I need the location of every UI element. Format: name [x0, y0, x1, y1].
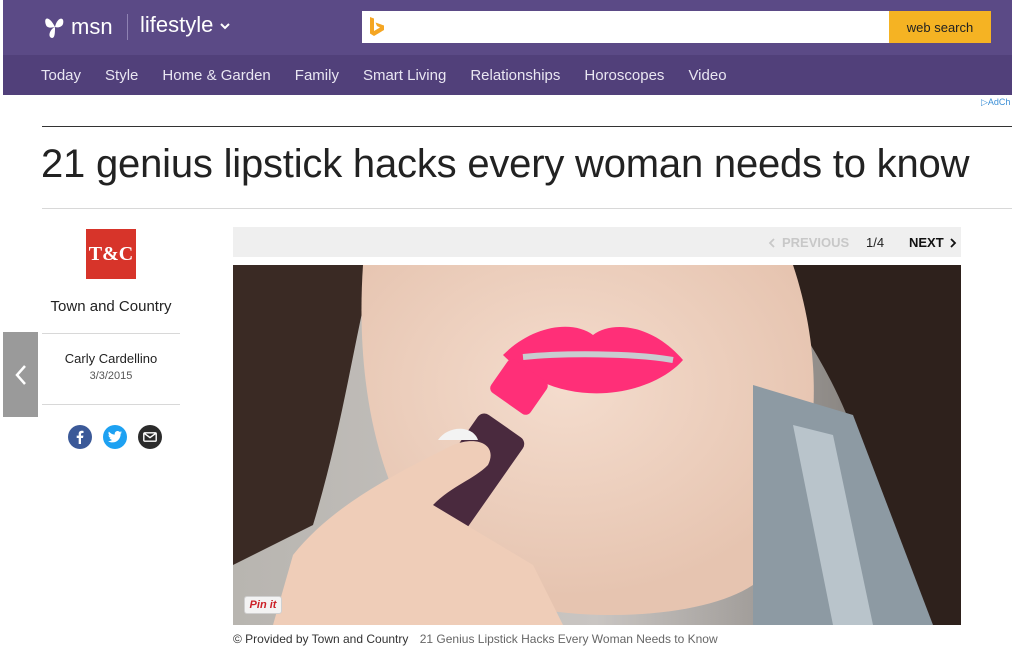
email-icon [143, 432, 157, 442]
facebook-icon [76, 430, 84, 444]
category-nav: Today Style Home & Garden Family Smart L… [41, 55, 751, 95]
nav-item-video[interactable]: Video [688, 67, 726, 84]
chevron-down-icon [220, 23, 231, 30]
nav-item-style[interactable]: Style [105, 67, 138, 84]
author-name: Carly Cardellino [64, 351, 158, 366]
divider [42, 208, 1012, 209]
nav-item-horoscopes[interactable]: Horoscopes [584, 67, 664, 84]
header-divider [127, 14, 128, 40]
slideshow-controls [233, 227, 961, 257]
adchoices-label: AdCh [987, 97, 1011, 107]
bing-icon [370, 17, 384, 36]
previous-slide-button[interactable]: PREVIOUS [768, 235, 849, 250]
share-buttons [68, 425, 162, 449]
slide-image[interactable] [233, 265, 961, 625]
article-title: 21 genius lipstick hacks every woman nee… [41, 142, 970, 186]
nav-item-smart-living[interactable]: Smart Living [363, 67, 446, 84]
section-label: lifestyle [140, 12, 214, 37]
lipstick-photo [233, 265, 961, 625]
provider-name[interactable]: Town and Country [42, 298, 180, 315]
twitter-icon [108, 431, 122, 443]
chevron-left-icon [768, 237, 775, 248]
email-share-button[interactable] [138, 425, 162, 449]
image-caption: © Provided by Town and Country 21 Genius… [233, 632, 718, 646]
web-search-button[interactable]: web search [889, 11, 991, 43]
nav-item-today[interactable]: Today [41, 67, 81, 84]
chevron-left-icon [14, 364, 26, 385]
previous-label: PREVIOUS [782, 235, 850, 250]
nav-item-relationships[interactable]: Relationships [470, 67, 560, 84]
pin-it-button[interactable]: Pin it [244, 596, 282, 614]
divider [42, 404, 180, 405]
caption-credit: © Provided by Town and Country [233, 632, 409, 646]
brand-name: msn [71, 14, 113, 39]
chevron-right-icon [950, 237, 956, 248]
search-input[interactable] [362, 11, 890, 43]
msn-logo[interactable]: msn [43, 12, 113, 42]
msn-butterfly-icon [45, 18, 64, 38]
adchoices-link[interactable]: ▷AdCh [981, 97, 1010, 108]
nav-item-home-garden[interactable]: Home & Garden [162, 67, 270, 84]
slide-counter: 1/4 [866, 235, 885, 250]
divider [42, 126, 1012, 127]
provider-logo[interactable]: T&C [86, 229, 136, 279]
next-slide-button[interactable]: NEXT [909, 235, 957, 250]
next-label: NEXT [909, 235, 944, 250]
section-menu[interactable]: lifestyle [140, 12, 231, 38]
divider [42, 333, 180, 334]
caption-title: 21 Genius Lipstick Hacks Every Woman Nee… [419, 632, 718, 646]
twitter-share-button[interactable] [103, 425, 127, 449]
publish-date: 3/3/2015 [89, 370, 133, 382]
nav-item-family[interactable]: Family [295, 67, 339, 84]
nav-bar: Today Style Home & Garden Family Smart L… [3, 55, 1012, 95]
previous-article-button[interactable] [3, 332, 38, 417]
facebook-share-button[interactable] [68, 425, 92, 449]
